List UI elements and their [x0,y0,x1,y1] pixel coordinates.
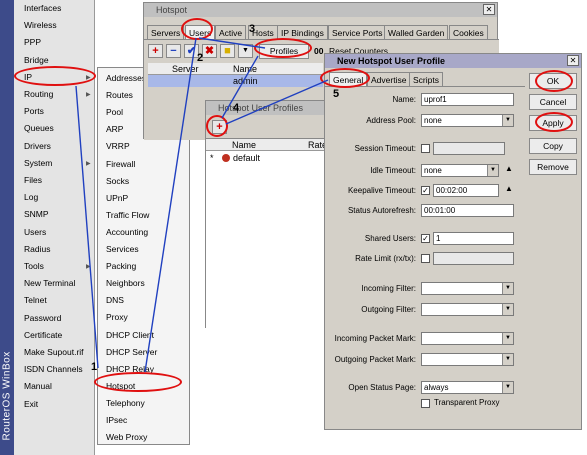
arrow-line-3 [198,37,266,49]
annotation-arrows [75,37,329,373]
arrow-line-5 [225,79,329,125]
arrow-line-1 [75,85,99,369]
arrow-line-4 [221,55,259,119]
arrow-line-2 [144,37,197,373]
